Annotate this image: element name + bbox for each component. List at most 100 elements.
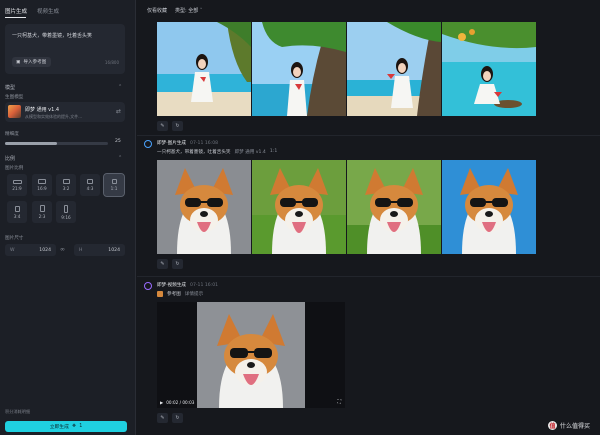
- ratio-option-3-2[interactable]: 3:2: [56, 174, 76, 196]
- filter-bar: 仅看收藏 类型: 全部 ˅: [147, 7, 202, 14]
- regenerate-icon[interactable]: ↻: [172, 413, 183, 423]
- quality-label: 精细度: [5, 132, 19, 137]
- ratio-option-2-3[interactable]: 2:3: [32, 201, 52, 223]
- generated-image[interactable]: [157, 160, 251, 254]
- ratio-label-text: 1:1: [110, 186, 118, 191]
- height-label: H: [79, 247, 83, 253]
- width-label: W: [10, 247, 15, 253]
- ratio-option-9-16[interactable]: 9:16: [56, 201, 76, 223]
- generated-image[interactable]: [347, 22, 441, 116]
- generated-image[interactable]: [157, 22, 251, 116]
- ratio-option-16-9[interactable]: 16:9: [32, 174, 52, 196]
- ratio-shape-icon: [12, 179, 22, 184]
- watermark-logo: 值: [547, 421, 557, 430]
- ratio-shape-icon: [38, 179, 46, 184]
- tab-video-generation[interactable]: 视频生成: [37, 7, 59, 15]
- result-title: 即梦·视频生成: [157, 283, 187, 288]
- video-player[interactable]: ▶ 00:02 / 00:03 ⛶: [157, 302, 345, 408]
- model-name: 即梦 通用 v1.4: [25, 107, 60, 113]
- generated-image[interactable]: [442, 22, 536, 116]
- prompt-text[interactable]: 一只柯基犬，带着墨镜，吐着舌头笑: [12, 32, 92, 39]
- image-actions: ✎ ↻: [157, 121, 183, 131]
- ratio-shape-icon: [64, 204, 68, 213]
- ratio-shape-icon: [14, 205, 20, 212]
- ratio-label-text: 9:16: [61, 214, 71, 220]
- ratio-label-text: 3:4: [13, 213, 21, 219]
- result-prompt-text: 一只柯基犬，带着墨镜，吐着舌头笑: [157, 150, 231, 155]
- credits-detail-link[interactable]: 积分消耗明细: [5, 409, 30, 415]
- type-filter[interactable]: 类型: 全部 ˅: [175, 7, 202, 14]
- result-time: 07-11 16:01: [190, 282, 219, 288]
- settings-panel: 图片生成 视频生成 一只柯基犬，带着墨镜，吐着舌头笑 ▣ 导入参考图 16/80…: [0, 0, 136, 435]
- ratio-label-text: 4:3: [86, 186, 94, 191]
- edit-icon[interactable]: ✎: [157, 413, 168, 423]
- model-selector[interactable]: 即梦 通用 v1.4 从模型和实效体验的提升,文件... ⇄: [5, 102, 125, 122]
- result-model: 即梦 通用 v1.4: [234, 150, 266, 155]
- edit-icon[interactable]: ✎: [157, 259, 168, 269]
- quality-value: 25: [115, 139, 121, 144]
- ratio-option-1-1[interactable]: 1:1: [103, 173, 125, 197]
- generate-label: 立即生成: [49, 425, 69, 430]
- model-description: 从模型和实效体验的提升,文件...: [25, 114, 83, 119]
- prompt-input[interactable]: 一只柯基犬，带着墨镜，吐着舌头笑 ▣ 导入参考图 16/800: [5, 24, 125, 74]
- image-actions: ✎ ↻: [157, 259, 183, 269]
- ratio-section-title: 比例: [5, 156, 16, 162]
- regenerate-icon[interactable]: ↻: [172, 259, 183, 269]
- generated-image[interactable]: [252, 22, 346, 116]
- import-reference-label: 导入参考图: [23, 60, 47, 65]
- link-icon[interactable]: ∞: [60, 246, 65, 253]
- ratio-label-text: 3:2: [62, 186, 70, 191]
- width-field[interactable]: W 1024: [5, 244, 56, 256]
- image-result-row: [157, 22, 536, 116]
- result-title: 即梦·图片生成: [157, 141, 187, 146]
- ratio-label-text: 2:3: [38, 214, 46, 219]
- generated-image[interactable]: [252, 160, 346, 254]
- video-frame: [197, 302, 305, 408]
- height-field[interactable]: H 1024: [74, 244, 125, 256]
- mode-tabs: 图片生成 视频生成: [5, 7, 59, 15]
- quality-slider[interactable]: [5, 142, 108, 145]
- watermark: 值 什么值得买: [547, 421, 590, 430]
- result-ratio: 1:1: [269, 149, 278, 154]
- generate-button[interactable]: 立即生成 ❖ 1: [5, 421, 127, 432]
- ratio-option-3-4[interactable]: 3:4: [7, 201, 27, 223]
- edit-icon[interactable]: ✎: [157, 121, 168, 131]
- collapse-icon[interactable]: ⌃: [118, 84, 126, 90]
- image-icon: ▣: [16, 59, 21, 65]
- result-time: 07-11 16:08: [190, 140, 219, 146]
- model-thumbnail: [8, 105, 21, 118]
- import-reference-button[interactable]: ▣ 导入参考图: [12, 57, 52, 67]
- ratio-shape-icon: [87, 179, 93, 184]
- video-generation-icon: [144, 282, 152, 290]
- ratio-option-21-9[interactable]: 21:9: [7, 174, 27, 196]
- generated-image[interactable]: [442, 160, 536, 254]
- image-generation-icon: [144, 140, 152, 148]
- chevron-down-icon: ˅: [199, 8, 203, 14]
- result-header: 即梦·视频生成 07-11 16:01: [157, 282, 219, 289]
- image-result-row: [157, 160, 536, 254]
- ratio-shape-icon: [62, 179, 70, 184]
- active-tab-indicator: [5, 17, 26, 18]
- divider: [137, 135, 600, 136]
- ratio-shape-icon: [39, 205, 45, 212]
- height-value: 1024: [108, 247, 120, 253]
- reference-image-icon: [157, 291, 163, 297]
- video-actions: ✎ ↻: [157, 413, 183, 423]
- generate-cost: 1: [79, 424, 83, 429]
- result-prompt: 参考图 详情提示: [157, 291, 203, 297]
- result-reference: 参考图: [167, 292, 181, 297]
- ratio-shape-icon: [111, 179, 117, 184]
- ratio-option-4-3[interactable]: 4:3: [80, 174, 100, 196]
- favorites-filter[interactable]: 仅看收藏: [147, 7, 167, 14]
- swap-icon[interactable]: ⇄: [116, 108, 121, 115]
- quality-slider-fill: [5, 142, 57, 145]
- regenerate-icon[interactable]: ↻: [172, 121, 183, 131]
- fullscreen-icon[interactable]: ⛶: [337, 399, 341, 405]
- result-detail: 详情提示: [184, 292, 204, 297]
- ratio-label-text: 16:9: [37, 186, 47, 191]
- play-icon[interactable]: ▶: [160, 400, 163, 405]
- generated-image[interactable]: [347, 160, 441, 254]
- collapse-icon[interactable]: ⌃: [118, 155, 126, 161]
- video-controls: ▶ 00:02 / 00:03: [160, 400, 194, 405]
- tab-image-generation[interactable]: 图片生成: [5, 7, 27, 15]
